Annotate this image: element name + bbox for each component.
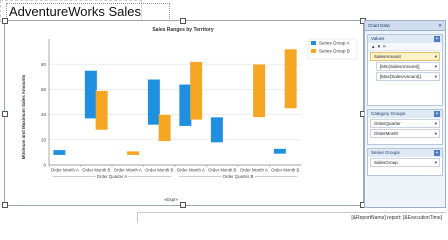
report-title-text: AdventureWorks Sales: [9, 4, 141, 19]
add-field-icon[interactable]: +: [434, 150, 440, 156]
chart-title[interactable]: Sales Ranges by Territory: [152, 27, 214, 33]
x-tick-label: Order Month B: [208, 168, 236, 173]
x-tick-label: Order Month B: [82, 168, 110, 173]
chart-data-pane[interactable]: Chart Data ✕ Values + ▲ ▼ ✕ SalesAmount …: [364, 20, 446, 208]
legend-swatch: [311, 49, 316, 53]
dropdown-icon[interactable]: ▾: [435, 159, 437, 166]
range-bar: [147, 79, 160, 125]
page-footer: [&ReportName] report: [&ExecutionTime]: [137, 212, 446, 223]
y-tick-label: 60: [41, 87, 47, 92]
y-tick-label: 0: [43, 163, 46, 168]
category-item-orderquarter[interactable]: OrderQuarter ▾: [370, 119, 440, 128]
dropdown-icon[interactable]: ▾: [435, 53, 437, 60]
values-section: Values + ▲ ▼ ✕ SalesAmount ▾ [Min(SalesA…: [367, 34, 443, 106]
range-bar: [253, 64, 266, 118]
resize-handle-n[interactable]: [180, 18, 186, 24]
chart-data-pane-title: Chart Data: [368, 23, 390, 28]
series-item-salesgroup[interactable]: SalesGroup ▾: [370, 158, 440, 167]
y-tick-label: 20: [41, 137, 47, 142]
resize-handle-nw[interactable]: [2, 18, 8, 24]
dropdown-icon[interactable]: ▾: [435, 73, 437, 80]
range-bar: [53, 149, 66, 155]
group-label: Order Quarter A: [97, 174, 128, 179]
range-bar: [179, 84, 192, 126]
category-item-ordermonth[interactable]: OrderMonth ▾: [370, 129, 440, 138]
range-bar: [158, 114, 171, 142]
pin-icon[interactable]: ✕: [438, 23, 442, 28]
values-section-header: Values +: [368, 35, 442, 43]
legend-label: Series Group B: [319, 49, 350, 54]
series-groups-section: Series Groups + SalesGroup ▾: [367, 148, 443, 176]
x-tick-label: Order Month A: [177, 168, 205, 173]
range-bar: [190, 61, 203, 120]
y-tick-label: 40: [41, 112, 47, 117]
series-groups-label: Series Groups: [371, 150, 400, 155]
value-item-label: SalesAmount: [374, 54, 401, 59]
range-bar: [284, 49, 297, 109]
legend-swatch: [311, 41, 316, 45]
series-item-label: SalesGroup: [374, 160, 398, 165]
range-bar: [84, 70, 97, 119]
value-item-label: [Max(SalesAmount)]: [380, 74, 421, 79]
dropdown-icon[interactable]: ▾: [435, 120, 437, 127]
y-tick-label: 80: [41, 62, 47, 67]
resize-handle-s[interactable]: [180, 202, 186, 208]
chart-region[interactable]: Sales Ranges by Territory Minimum and Ma…: [2, 18, 366, 208]
report-title-textbox[interactable]: AdventureWorks Sales: [6, 3, 170, 21]
value-item-min[interactable]: [Min(SalesAmount)] ▾: [376, 62, 440, 71]
dropdown-icon[interactable]: ▾: [435, 130, 437, 137]
resize-handle-sw[interactable]: [2, 202, 8, 208]
category-groups-section: Category Groups + OrderQuarter ▾ OrderMo…: [367, 109, 443, 145]
range-chart-svg: Sales Ranges by Territory Minimum and Ma…: [21, 27, 358, 202]
value-item-label: [Min(SalesAmount)]: [380, 64, 420, 69]
x-tick-label: Order Month A: [240, 168, 268, 173]
chart-data-pane-header: Chart Data ✕: [365, 21, 445, 31]
category-item-label: OrderQuarter: [374, 121, 401, 126]
add-field-icon[interactable]: +: [434, 36, 440, 42]
range-bar: [210, 117, 223, 143]
range-bar: [127, 151, 140, 155]
category-groups-label: Category Groups: [371, 111, 406, 116]
dropdown-icon[interactable]: ▾: [435, 63, 437, 70]
values-section-label: Values: [371, 36, 385, 41]
value-item-max[interactable]: [Max(SalesAmount)] ▾: [376, 72, 440, 81]
range-bar: [95, 90, 108, 130]
range-bar: [273, 148, 286, 154]
x-tick-label: Order Month B: [271, 168, 299, 173]
value-item-salesamount[interactable]: SalesAmount ▾: [370, 52, 440, 61]
x-tick-label: Order Month A: [51, 168, 79, 173]
category-item-label: OrderMonth: [374, 131, 399, 136]
group-label: Order Quarter B: [223, 174, 254, 179]
y-axis-title[interactable]: Minimum and Maximum Sales Amounts: [21, 74, 26, 159]
resize-handle-w[interactable]: [2, 111, 8, 117]
values-toolbar[interactable]: ▲ ▼ ✕: [368, 43, 442, 51]
x-tick-label: Order Month B: [145, 168, 173, 173]
values-toolbar-icons[interactable]: ▲ ▼ ✕: [371, 44, 386, 49]
footer-expression[interactable]: [&ReportName] report: [&ExecutionTime]: [351, 213, 442, 223]
category-groups-header: Category Groups +: [368, 110, 442, 118]
range-bars: [53, 48, 297, 155]
x-axis-title[interactable]: «Expr»: [164, 197, 179, 202]
chart-legend[interactable]: Series Group A Series Group B: [307, 38, 358, 60]
legend-label: Series Group A: [319, 41, 350, 46]
series-groups-header: Series Groups +: [368, 149, 442, 157]
x-tick-label: Order Month A: [114, 168, 142, 173]
add-field-icon[interactable]: +: [434, 111, 440, 117]
